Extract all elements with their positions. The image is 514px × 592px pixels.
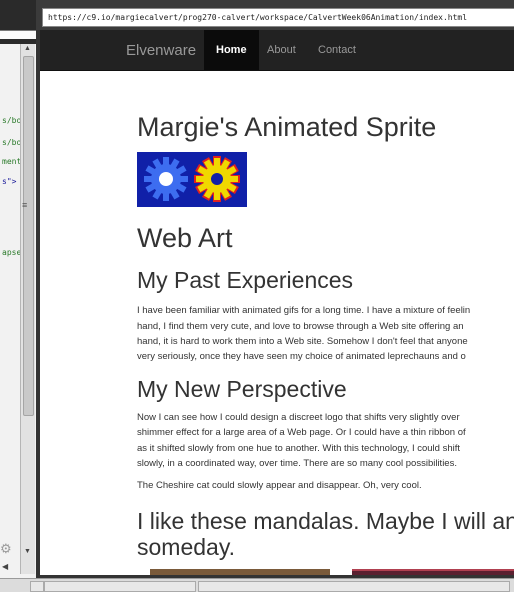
code-editor-pane: s/bo s/bo ment s"> apse ▲ ▼ ≡ ⚙ ◀ — [0, 0, 37, 591]
past-line: very seriously, once they have seen my c… — [137, 351, 466, 362]
gear-icon[interactable]: ⚙ — [0, 541, 12, 557]
new-heading: My New Perspective — [137, 376, 347, 402]
new-line: shimmer effect for a large area of a Web… — [137, 427, 466, 438]
section-title: Web Art — [137, 223, 233, 253]
code-line[interactable]: s/bo — [2, 116, 20, 125]
blue-gear-icon — [144, 157, 188, 201]
animated-sprite-image — [137, 152, 247, 207]
resize-grip-icon[interactable]: ≡ — [22, 200, 27, 210]
new-line: as it shifted slowly from one hue to ano… — [137, 443, 460, 454]
code-line[interactable]: apse — [2, 248, 20, 257]
browser-preview-pane: https://c9.io/margiecalvert/prog270-calv… — [36, 0, 514, 578]
scroll-left-icon[interactable]: ◀ — [2, 562, 8, 571]
code-line[interactable]: s/bo — [2, 138, 20, 147]
mandala-heading-cont: someday. — [137, 534, 236, 560]
code-line[interactable]: ment — [2, 157, 20, 166]
scrollbar-thumb[interactable] — [23, 56, 34, 416]
editor-scrollbar[interactable]: ▲ ▼ — [20, 44, 35, 574]
past-line: I have been familiar with animated gifs … — [137, 305, 471, 316]
past-heading: My Past Experiences — [137, 267, 354, 293]
web-page: Elvenware Home About Contact Margie's An… — [40, 30, 514, 575]
editor-tabbar — [0, 0, 36, 44]
brand-link[interactable]: Elvenware — [126, 42, 196, 59]
cheshire-line: The Cheshire cat could slowly appear and… — [137, 480, 422, 491]
scroll-up-icon[interactable]: ▲ — [24, 45, 31, 52]
url-input[interactable]: https://c9.io/margiecalvert/prog270-calv… — [42, 8, 514, 27]
mandala-image — [150, 569, 330, 575]
new-line: Now I can see how I could design a discr… — [137, 412, 460, 423]
nav-contact[interactable]: Contact — [306, 30, 368, 70]
new-line: slowly, in a coordinated way, over time.… — [137, 458, 457, 469]
code-line[interactable]: s"> — [2, 177, 20, 186]
yellow-gear-icon — [194, 156, 240, 202]
mandala-heading: I like these mandalas. Maybe I will anin — [137, 508, 514, 534]
status-bar — [0, 578, 514, 592]
page-title: Margie's Animated Sprite — [137, 112, 437, 142]
nav-home[interactable]: Home — [204, 30, 259, 70]
scroll-down-icon[interactable]: ▼ — [24, 548, 31, 555]
past-line: hand, I find them very cute, and love to… — [137, 321, 464, 332]
mandala-image — [352, 569, 514, 575]
address-bar-row: https://c9.io/margiecalvert/prog270-calv… — [36, 0, 514, 30]
nav-about[interactable]: About — [255, 30, 308, 70]
navbar: Elvenware Home About Contact — [40, 30, 514, 71]
past-line: hand, it is hard to work them into a Web… — [137, 336, 468, 347]
